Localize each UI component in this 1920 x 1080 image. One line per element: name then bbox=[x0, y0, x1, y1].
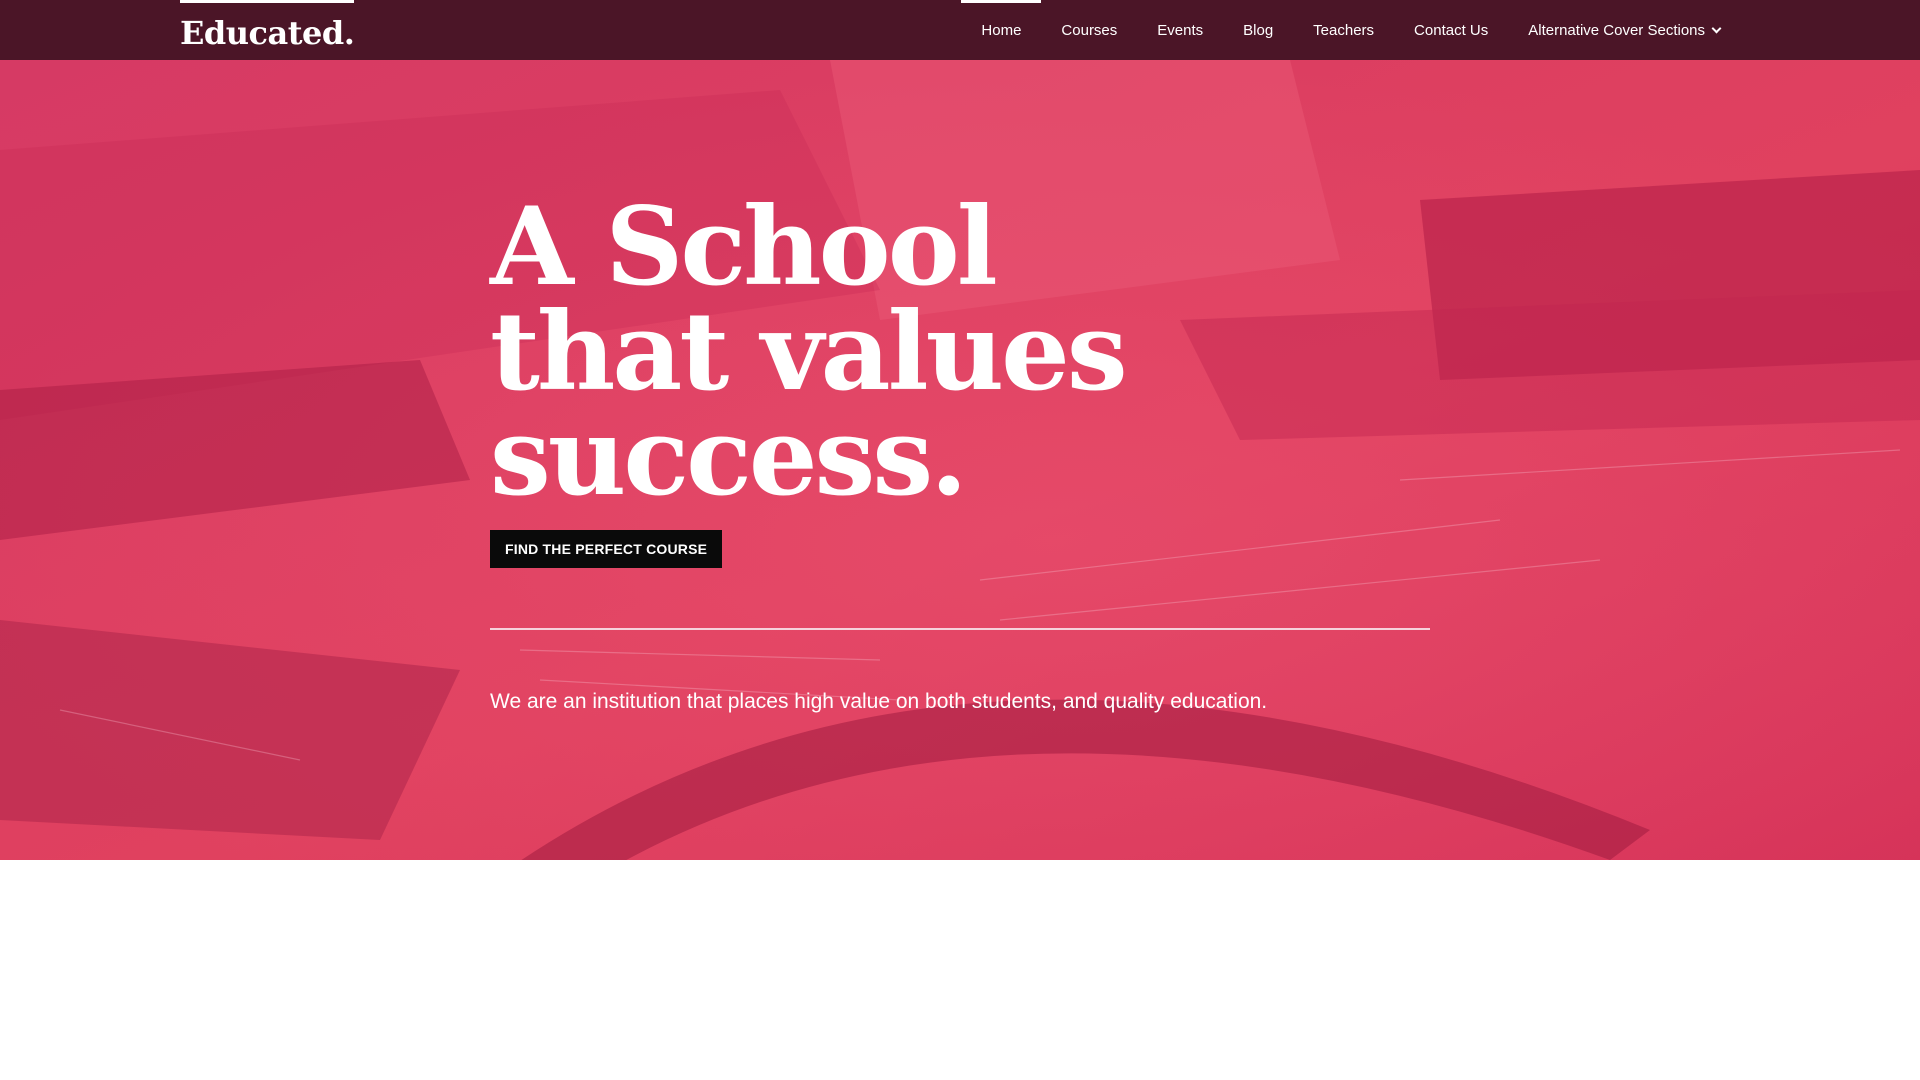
nav-item-label: Contact Us bbox=[1414, 21, 1489, 39]
hero-tagline: We are an institution that places high v… bbox=[490, 690, 1268, 713]
main-menu: Home Courses Events Blog Teachers Contac… bbox=[961, 0, 1740, 60]
hero-headline-line: A School bbox=[490, 184, 998, 310]
find-course-button[interactable]: FIND THE PERFECT COURSE bbox=[490, 530, 723, 568]
nav-item-label: Blog bbox=[1243, 21, 1274, 39]
nav-item-label: Events bbox=[1157, 21, 1204, 39]
nav-item-label: Alternative Cover Sections bbox=[1528, 21, 1705, 39]
chevron-down-icon bbox=[1711, 23, 1722, 33]
hero-divider bbox=[490, 628, 1430, 630]
nav-item-alternative-cover-sections[interactable]: Alternative Cover Sections bbox=[1508, 0, 1740, 60]
hero-headline: A School that values success. bbox=[490, 184, 1190, 520]
nav-item-label: Teachers bbox=[1313, 21, 1375, 39]
nav-item-label: Home bbox=[981, 21, 1022, 39]
hero-section: A School that values success. FIND THE P… bbox=[0, 60, 1920, 860]
content-area bbox=[0, 860, 1920, 1080]
hero-headline-line: that values bbox=[490, 289, 1128, 415]
top-navigation-bar: Educated. Home Courses Events Blog Teach… bbox=[0, 0, 1920, 60]
nav-item-home[interactable]: Home bbox=[961, 0, 1042, 60]
nav-item-contact-us[interactable]: Contact Us bbox=[1394, 0, 1508, 60]
site-logo[interactable]: Educated. bbox=[180, 0, 355, 60]
nav-item-events[interactable]: Events bbox=[1137, 0, 1223, 60]
hero-headline-line: success. bbox=[490, 394, 968, 520]
nav-item-label: Courses bbox=[1061, 21, 1118, 39]
nav-item-courses[interactable]: Courses bbox=[1041, 0, 1137, 60]
nav-item-teachers[interactable]: Teachers bbox=[1293, 0, 1394, 60]
nav-item-blog[interactable]: Blog bbox=[1223, 0, 1293, 60]
